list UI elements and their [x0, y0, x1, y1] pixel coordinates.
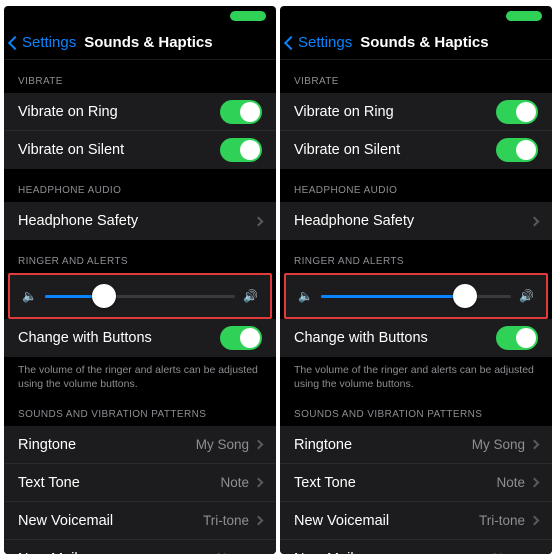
group-header-sounds: SOUNDS AND VIBRATION PATTERNS — [280, 393, 552, 426]
slider-fill — [321, 295, 465, 298]
slider-highlight-box: 🔈 🔊 — [284, 273, 548, 319]
row-value: None — [493, 551, 525, 554]
chevron-left-icon — [284, 35, 298, 49]
row-value: My Song — [196, 437, 249, 452]
speaker-high-icon: 🔊 — [243, 289, 258, 303]
phone-screen-right: Settings Sounds & Haptics VIBRATE Vibrat… — [280, 6, 552, 554]
sounds-list: Ringtone My Song Text Tone Note New Voic… — [280, 426, 552, 554]
row-value: Note — [496, 475, 525, 490]
row-sound-item[interactable]: New Mail None — [4, 540, 276, 554]
chevron-right-icon — [254, 440, 264, 450]
row-label: Vibrate on Silent — [18, 142, 220, 158]
row-label: Ringtone — [18, 437, 196, 453]
status-bar — [4, 6, 276, 26]
chevron-right-icon — [254, 216, 264, 226]
row-label: Vibrate on Silent — [294, 142, 496, 158]
row-label: Text Tone — [294, 475, 496, 491]
group-footer: The volume of the ringer and alerts can … — [4, 357, 276, 393]
row-label: Vibrate on Ring — [18, 104, 220, 120]
row-change-with-buttons[interactable]: Change with Buttons — [4, 319, 276, 357]
row-headphone-safety[interactable]: Headphone Safety — [280, 202, 552, 240]
row-sound-item[interactable]: Ringtone My Song — [280, 426, 552, 464]
speaker-high-icon: 🔊 — [519, 289, 534, 303]
row-value: Note — [220, 475, 249, 490]
row-label: Text Tone — [18, 475, 220, 491]
chevron-right-icon — [530, 440, 540, 450]
status-pill — [506, 11, 542, 21]
page-title: Sounds & Haptics — [352, 34, 546, 51]
chevron-left-icon — [8, 35, 22, 49]
row-vibrate-silent[interactable]: Vibrate on Silent — [280, 131, 552, 169]
back-button[interactable]: Settings — [10, 34, 76, 51]
row-label: New Mail — [18, 551, 217, 554]
row-label: Ringtone — [294, 437, 472, 453]
row-vibrate-silent[interactable]: Vibrate on Silent — [4, 131, 276, 169]
page-title: Sounds & Haptics — [76, 34, 270, 51]
group-header-sounds: SOUNDS AND VIBRATION PATTERNS — [4, 393, 276, 426]
group-header-ringer: RINGER AND ALERTS — [4, 240, 276, 273]
row-volume-slider[interactable]: 🔈 🔊 — [286, 275, 546, 317]
row-volume-slider[interactable]: 🔈 🔊 — [10, 275, 270, 317]
slider-knob[interactable] — [92, 284, 116, 308]
toggle-change-with-buttons[interactable] — [496, 326, 538, 350]
toggle-vibrate-ring[interactable] — [220, 100, 262, 124]
group-header-vibrate: VIBRATE — [4, 60, 276, 93]
slider-highlight-box: 🔈 🔊 — [8, 273, 272, 319]
row-label: Headphone Safety — [18, 213, 255, 229]
row-value: My Song — [472, 437, 525, 452]
nav-bar: Settings Sounds & Haptics — [280, 26, 552, 60]
speaker-low-icon: 🔈 — [22, 289, 37, 303]
row-label: New Voicemail — [18, 513, 203, 529]
row-sound-item[interactable]: Text Tone Note — [4, 464, 276, 502]
back-label: Settings — [298, 34, 352, 51]
group-header-vibrate: VIBRATE — [280, 60, 552, 93]
chevron-right-icon — [254, 478, 264, 488]
row-vibrate-ring[interactable]: Vibrate on Ring — [4, 93, 276, 131]
toggle-change-with-buttons[interactable] — [220, 326, 262, 350]
chevron-right-icon — [530, 216, 540, 226]
row-sound-item[interactable]: New Voicemail Tri-tone — [280, 502, 552, 540]
row-label: Change with Buttons — [294, 330, 496, 346]
back-label: Settings — [22, 34, 76, 51]
row-label: Vibrate on Ring — [294, 104, 496, 120]
sounds-list: Ringtone My Song Text Tone Note New Voic… — [4, 426, 276, 554]
row-value: Tri-tone — [479, 513, 525, 528]
group-header-headphone: HEADPHONE AUDIO — [280, 169, 552, 202]
chevron-right-icon — [530, 516, 540, 526]
chevron-right-icon — [530, 478, 540, 488]
toggle-vibrate-silent[interactable] — [496, 138, 538, 162]
volume-slider[interactable] — [321, 295, 511, 298]
row-sound-item[interactable]: Text Tone Note — [280, 464, 552, 502]
row-vibrate-ring[interactable]: Vibrate on Ring — [280, 93, 552, 131]
row-value: None — [217, 551, 249, 554]
row-sound-item[interactable]: Ringtone My Song — [4, 426, 276, 464]
row-label: New Voicemail — [294, 513, 479, 529]
row-change-with-buttons[interactable]: Change with Buttons — [280, 319, 552, 357]
row-label: Change with Buttons — [18, 330, 220, 346]
group-header-headphone: HEADPHONE AUDIO — [4, 169, 276, 202]
row-label: Headphone Safety — [294, 213, 531, 229]
row-sound-item[interactable]: New Voicemail Tri-tone — [4, 502, 276, 540]
phone-screen-left: Settings Sounds & Haptics VIBRATE Vibrat… — [4, 6, 276, 554]
status-bar — [280, 6, 552, 26]
group-header-ringer: RINGER AND ALERTS — [280, 240, 552, 273]
row-label: New Mail — [294, 551, 493, 554]
toggle-vibrate-ring[interactable] — [496, 100, 538, 124]
row-value: Tri-tone — [203, 513, 249, 528]
nav-bar: Settings Sounds & Haptics — [4, 26, 276, 60]
slider-knob[interactable] — [453, 284, 477, 308]
toggle-vibrate-silent[interactable] — [220, 138, 262, 162]
speaker-low-icon: 🔈 — [298, 289, 313, 303]
group-footer: The volume of the ringer and alerts can … — [280, 357, 552, 393]
volume-slider[interactable] — [45, 295, 235, 298]
chevron-right-icon — [254, 516, 264, 526]
row-sound-item[interactable]: New Mail None — [280, 540, 552, 554]
status-pill — [230, 11, 266, 21]
row-headphone-safety[interactable]: Headphone Safety — [4, 202, 276, 240]
back-button[interactable]: Settings — [286, 34, 352, 51]
